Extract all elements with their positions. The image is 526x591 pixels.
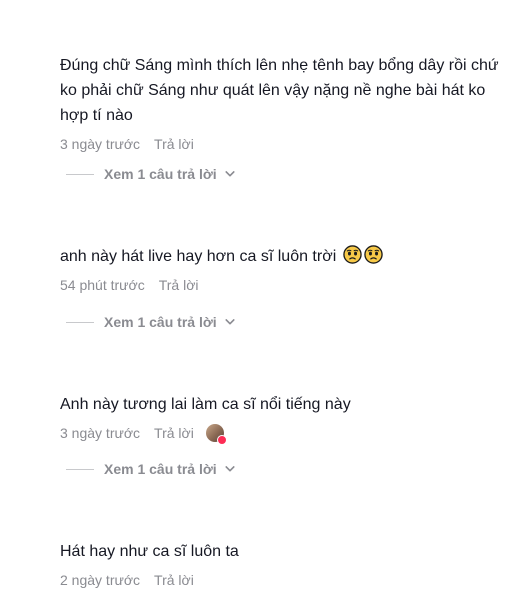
comment-text: Hát hay như ca sĩ luôn ta [60, 543, 239, 560]
chevron-down-icon [225, 169, 235, 179]
reply-button[interactable]: Trả lời [154, 136, 194, 152]
view-replies-label: Xem 1 câu trả lời [104, 166, 217, 182]
pleading-face-icon [363, 245, 383, 264]
comment-time: 54 phút trước [60, 277, 145, 293]
comment-time: 3 ngày trước [60, 136, 141, 152]
comment-item: Anh này tương lai làm ca sĩ nổi tiếng nà… [60, 392, 510, 445]
comment-item: Hát hay như ca sĩ luôn ta 2 ngày trước T… [60, 539, 510, 591]
comment-meta: 2 ngày trước Trả lời [60, 569, 510, 591]
divider-line [66, 321, 94, 323]
comment-meta: 54 phút trước Trả lời [60, 274, 510, 296]
heart-badge-icon [216, 435, 227, 445]
reply-button[interactable]: Trả lời [159, 277, 199, 293]
comment-text: anh này hát live hay hơn ca sĩ luôn trời [60, 244, 510, 269]
view-replies-button[interactable]: Xem 1 câu trả lời [66, 461, 235, 477]
pleading-face-icon [342, 245, 362, 264]
comment-item: Đúng chữ Sáng mình thích lên nhẹ tênh ba… [60, 53, 510, 155]
view-replies-label: Xem 1 câu trả lời [104, 461, 217, 477]
divider-line [66, 468, 94, 470]
chevron-down-icon [225, 464, 235, 474]
creator-liked-avatar [205, 424, 227, 445]
chevron-down-icon [225, 317, 235, 327]
divider-line [66, 173, 94, 175]
view-replies-button[interactable]: Xem 1 câu trả lời [66, 166, 235, 182]
comment-text-content: anh này hát live hay hơn ca sĩ luôn trời [60, 248, 337, 265]
comment-meta: 3 ngày trước Trả lời [60, 422, 510, 445]
comment-text: Đúng chữ Sáng mình thích lên nhẹ tênh ba… [60, 57, 499, 124]
reply-button[interactable]: Trả lời [154, 425, 194, 441]
comment-time: 3 ngày trước [60, 425, 141, 441]
comment-item: anh này hát live hay hơn ca sĩ luôn trời [60, 244, 510, 296]
view-replies-button[interactable]: Xem 1 câu trả lời [66, 314, 235, 330]
comment-meta: 3 ngày trước Trả lời [60, 133, 510, 155]
view-replies-label: Xem 1 câu trả lời [104, 314, 217, 330]
comment-text: Anh này tương lai làm ca sĩ nổi tiếng nà… [60, 396, 351, 413]
